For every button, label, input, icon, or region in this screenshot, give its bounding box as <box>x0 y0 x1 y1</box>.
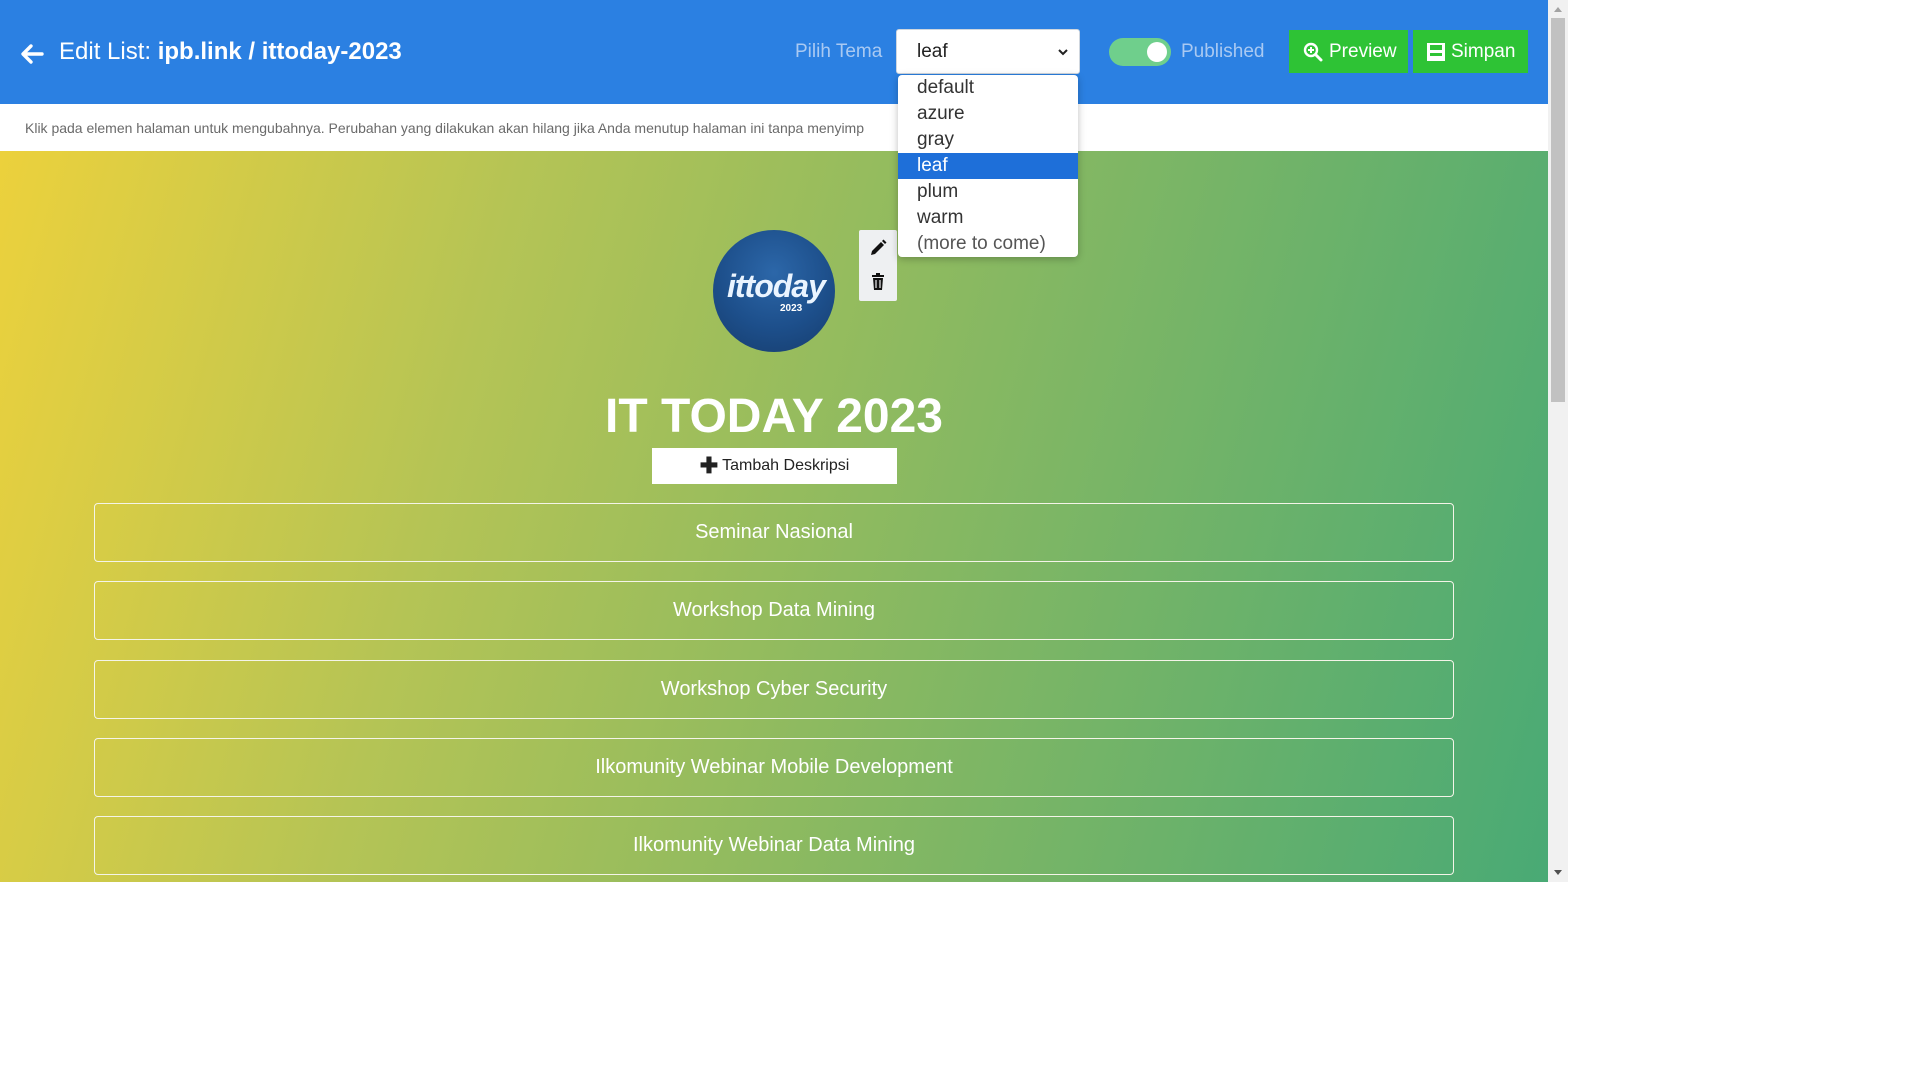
add-description-button[interactable]: ✚ Tambah Deskripsi <box>652 448 897 484</box>
save-icon <box>1427 42 1445 61</box>
theme-option-leaf[interactable]: leaf <box>898 153 1078 179</box>
save-label: Simpan <box>1451 40 1516 62</box>
theme-option-gray[interactable]: gray <box>898 127 1078 153</box>
link-label: Seminar Nasional <box>695 521 853 543</box>
plus-icon: ✚ <box>699 453 719 478</box>
theme-option-azure[interactable]: azure <box>898 101 1078 127</box>
title-path: ipb.link / ittoday-2023 <box>157 38 402 65</box>
theme-option-warm[interactable]: warm <box>898 205 1078 231</box>
theme-label: Pilih Tema <box>795 41 883 62</box>
trash-icon[interactable] <box>868 272 888 292</box>
save-button[interactable]: Simpan <box>1413 30 1528 73</box>
link-label: Workshop Cyber Security <box>660 678 888 700</box>
avatar-year-text: 2023 <box>780 303 803 314</box>
page-preview-canvas: ittoday 2023 IT TODAY 2023 ✚ Tambah Desk… <box>0 151 1548 882</box>
pencil-icon[interactable] <box>868 238 888 258</box>
avatar[interactable]: ittoday 2023 <box>713 230 835 352</box>
back-arrow-icon[interactable] <box>18 40 46 68</box>
theme-select[interactable]: leaf <box>896 29 1080 74</box>
theme-option-default[interactable]: default <box>898 75 1078 101</box>
vertical-scrollbar[interactable] <box>1548 0 1568 882</box>
scroll-up-arrow-icon[interactable] <box>1552 4 1564 14</box>
theme-dropdown-menu: default azure gray leaf plum warm (more … <box>898 75 1078 257</box>
link-button[interactable]: Workshop Data Mining <box>94 581 1454 640</box>
theme-select-value: leaf <box>917 41 948 62</box>
link-label: Ilkomunity Webinar Mobile Development <box>595 756 953 778</box>
preview-label: Preview <box>1329 40 1397 62</box>
edit-notice: Klik pada elemen halaman untuk mengubahn… <box>0 104 1548 151</box>
published-toggle[interactable] <box>1109 38 1171 66</box>
scroll-thumb[interactable] <box>1551 18 1565 402</box>
link-button[interactable]: Workshop Cyber Security <box>94 660 1454 719</box>
link-button[interactable]: Ilkomunity Webinar Data Mining <box>94 816 1454 875</box>
link-button[interactable]: Seminar Nasional <box>94 503 1454 562</box>
published-label: Published <box>1181 41 1265 62</box>
top-bar: Edit List: ipb.link / ittoday-2023 Pilih… <box>0 0 1548 104</box>
toggle-knob <box>1147 42 1167 62</box>
zoom-in-icon <box>1303 42 1323 61</box>
theme-option-more[interactable]: (more to come) <box>898 231 1078 257</box>
theme-option-plum[interactable]: plum <box>898 179 1078 205</box>
preview-button[interactable]: Preview <box>1289 30 1408 73</box>
page-header-title: Edit List: ipb.link / ittoday-2023 <box>59 38 402 66</box>
add-description-label: Tambah Deskripsi <box>722 457 850 474</box>
title-prefix: Edit List: <box>59 38 158 65</box>
scroll-down-arrow-icon[interactable] <box>1552 868 1564 878</box>
page-title[interactable]: IT TODAY 2023 <box>0 389 1548 444</box>
link-button[interactable]: Ilkomunity Webinar Mobile Development <box>94 738 1454 797</box>
chevron-down-icon <box>1058 49 1068 56</box>
link-label: Workshop Data Mining <box>673 599 875 621</box>
link-label: Ilkomunity Webinar Data Mining <box>633 834 915 856</box>
avatar-logo-text: ittoday <box>727 268 826 304</box>
avatar-tools <box>859 230 897 301</box>
